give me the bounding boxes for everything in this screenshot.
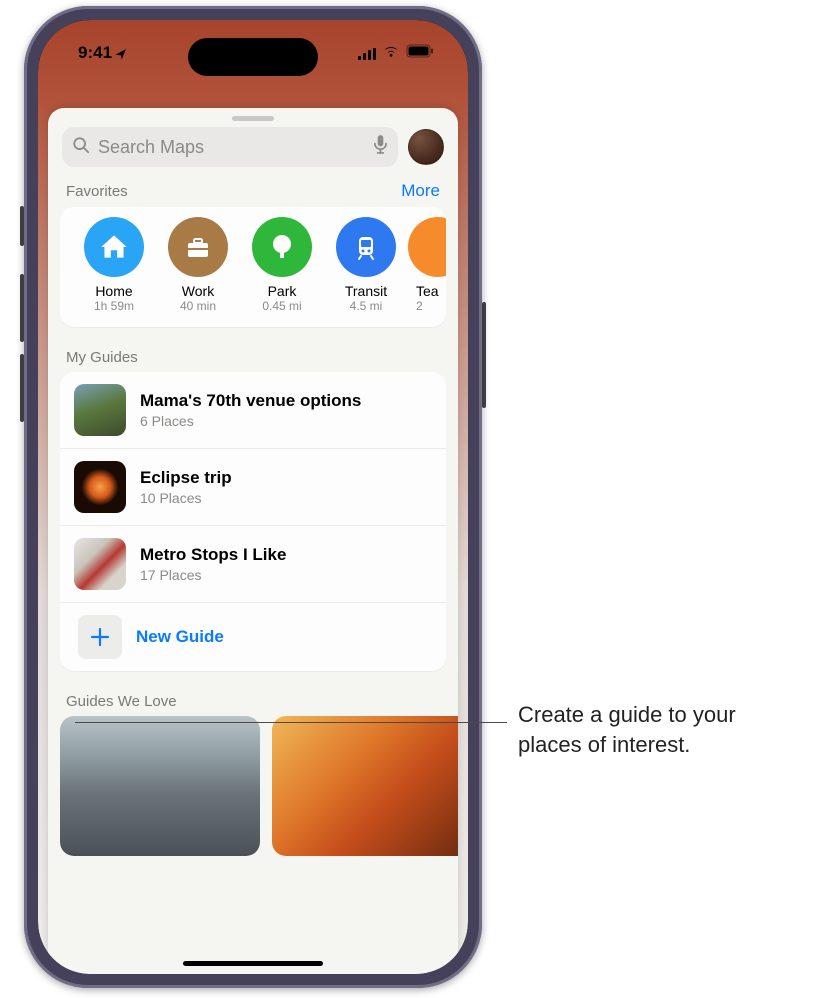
transit-icon bbox=[336, 217, 396, 277]
love-guide-card[interactable] bbox=[60, 716, 260, 856]
favorite-label: Work bbox=[182, 283, 214, 299]
my-guides-card: Mama's 70th venue options 6 Places Eclip… bbox=[60, 372, 446, 671]
cup-icon bbox=[408, 217, 446, 277]
favorite-work[interactable]: Work 40 min bbox=[156, 217, 240, 313]
tree-icon bbox=[252, 217, 312, 277]
favorites-card: Home 1h 59m Work 40 min bbox=[60, 207, 446, 327]
profile-avatar[interactable] bbox=[408, 129, 444, 165]
favorite-label: Tea bbox=[416, 283, 439, 299]
guide-sub: 6 Places bbox=[140, 413, 361, 429]
favorite-sub: 2 bbox=[416, 299, 423, 313]
favorite-park[interactable]: Park 0.45 mi bbox=[240, 217, 324, 313]
favorite-tea[interactable]: Tea 2 bbox=[408, 217, 446, 313]
favorite-transit[interactable]: Transit 4.5 mi bbox=[324, 217, 408, 313]
guide-row[interactable]: Mama's 70th venue options 6 Places bbox=[60, 372, 446, 449]
panel-grabber[interactable] bbox=[232, 116, 274, 121]
guide-thumbnail bbox=[74, 461, 126, 513]
search-icon bbox=[72, 136, 90, 159]
volume-up bbox=[20, 274, 24, 342]
mute-switch bbox=[20, 206, 24, 246]
location-arrow-icon bbox=[114, 46, 128, 60]
favorite-label: Park bbox=[268, 283, 297, 299]
status-time: 9:41 bbox=[78, 43, 128, 63]
new-guide-label: New Guide bbox=[136, 627, 224, 647]
briefcase-icon bbox=[168, 217, 228, 277]
guide-title: Eclipse trip bbox=[140, 468, 232, 488]
home-icon bbox=[84, 217, 144, 277]
volume-down bbox=[20, 354, 24, 422]
callout-line bbox=[75, 722, 507, 723]
guide-title: Metro Stops I Like bbox=[140, 545, 286, 565]
dynamic-island bbox=[188, 38, 318, 76]
wifi-icon bbox=[382, 44, 400, 63]
cellular-icon bbox=[358, 48, 376, 60]
time-text: 9:41 bbox=[78, 43, 112, 63]
search-placeholder: Search Maps bbox=[98, 137, 204, 158]
favorites-scroll[interactable]: Home 1h 59m Work 40 min bbox=[60, 207, 446, 327]
guide-sub: 10 Places bbox=[140, 490, 232, 506]
guides-we-love-label: Guides We Love bbox=[66, 693, 177, 710]
favorite-label: Home bbox=[95, 283, 132, 299]
favorite-home[interactable]: Home 1h 59m bbox=[72, 217, 156, 313]
favorite-label: Transit bbox=[345, 283, 387, 299]
guide-sub: 17 Places bbox=[140, 567, 286, 583]
power-button bbox=[482, 302, 486, 408]
battery-icon bbox=[406, 44, 434, 63]
callout-text: Create a guide to your places of interes… bbox=[518, 700, 803, 759]
microphone-icon[interactable] bbox=[373, 134, 388, 160]
maps-panel[interactable]: Search Maps Favorites More bbox=[48, 108, 458, 974]
screen: 9:41 bbox=[38, 20, 468, 974]
new-guide-row[interactable]: New Guide bbox=[60, 603, 446, 671]
phone-frame: 9:41 bbox=[24, 6, 482, 988]
love-guide-card[interactable] bbox=[272, 716, 458, 856]
favorite-sub: 0.45 mi bbox=[262, 299, 301, 313]
guide-thumbnail bbox=[74, 538, 126, 590]
favorite-sub: 40 min bbox=[180, 299, 216, 313]
guide-row[interactable]: Eclipse trip 10 Places bbox=[60, 449, 446, 526]
guide-row[interactable]: Metro Stops I Like 17 Places bbox=[60, 526, 446, 603]
favorites-header-label: Favorites bbox=[66, 183, 128, 200]
home-indicator[interactable] bbox=[183, 961, 323, 966]
guides-we-love-scroll[interactable] bbox=[48, 716, 458, 856]
new-guide-plus-icon[interactable] bbox=[78, 615, 122, 659]
favorites-header: Favorites More bbox=[48, 177, 458, 207]
guides-we-love-header: Guides We Love bbox=[48, 689, 458, 716]
phone-inner: 9:41 bbox=[38, 20, 468, 974]
my-guides-header-label: My Guides bbox=[66, 349, 138, 366]
favorites-more-link[interactable]: More bbox=[401, 181, 440, 201]
guide-title: Mama's 70th venue options bbox=[140, 391, 361, 411]
guide-thumbnail bbox=[74, 384, 126, 436]
favorite-sub: 1h 59m bbox=[94, 299, 134, 313]
search-field[interactable]: Search Maps bbox=[62, 127, 398, 167]
my-guides-header: My Guides bbox=[48, 345, 458, 372]
favorite-sub: 4.5 mi bbox=[350, 299, 383, 313]
